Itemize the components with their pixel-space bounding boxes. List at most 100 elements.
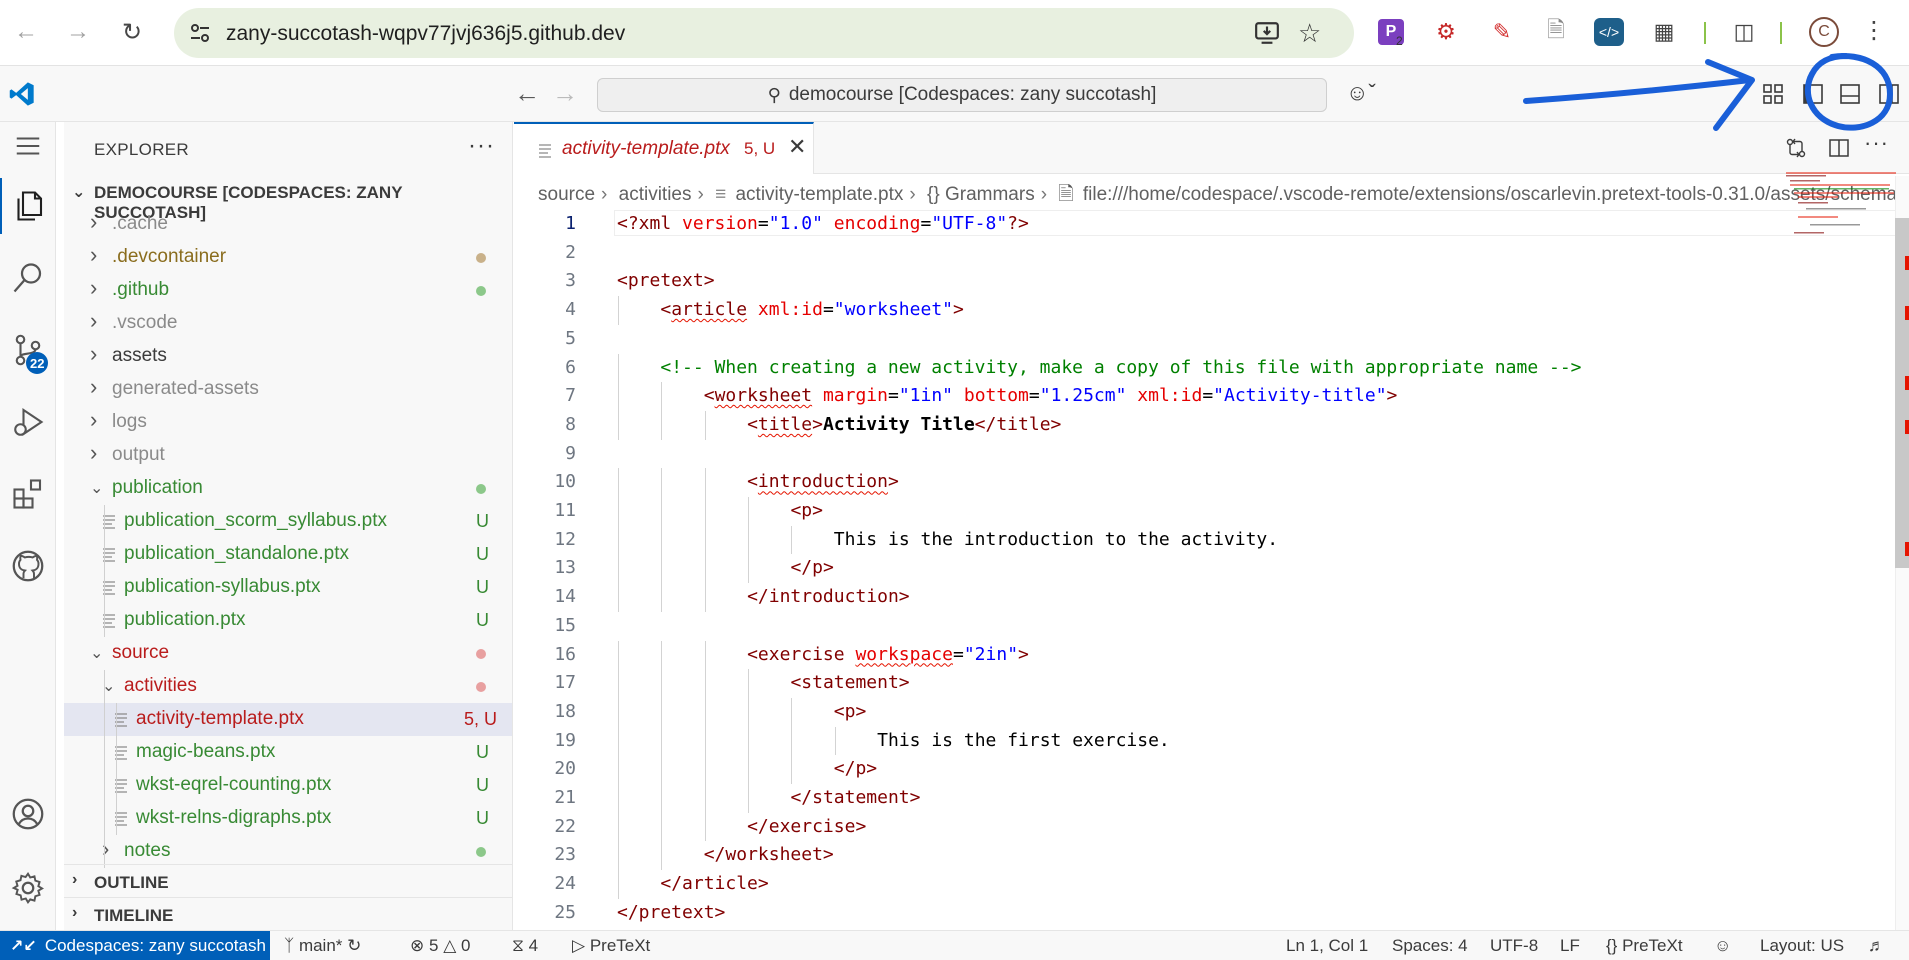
toggle-secondary-sidebar-icon[interactable] <box>1876 82 1902 106</box>
code-line[interactable]: 24 </article> <box>514 870 1884 899</box>
back-icon[interactable]: ← <box>8 14 44 50</box>
customize-layout-icon[interactable] <box>1760 82 1786 106</box>
extension-devtools-icon[interactable]: </> <box>1594 18 1624 46</box>
code-line[interactable]: 8 <title>Activity Title</title> <box>514 410 1884 440</box>
encoding[interactable]: UTF-8 <box>1490 936 1538 956</box>
tab-activity-template[interactable]: activity-template.ptx 5, U ✕ <box>514 122 814 174</box>
indentation[interactable]: Spaces: 4 <box>1392 936 1468 956</box>
code-line[interactable]: 16 <exercise workspace="2in"> <box>514 640 1884 670</box>
tree-folder[interactable]: › .vscode <box>64 307 512 340</box>
bookmark-star-icon[interactable]: ☆ <box>1298 18 1321 49</box>
code-line[interactable]: 11 <p> <box>514 497 1884 526</box>
tree-folder[interactable]: › generated-assets <box>64 373 512 406</box>
site-settings-icon[interactable] <box>188 21 212 45</box>
problems-item[interactable]: ⊗ 5 △ 0 <box>410 936 470 956</box>
code-line[interactable]: 21 </statement> <box>514 784 1884 813</box>
code-line[interactable]: 17 <statement> <box>514 669 1884 698</box>
workspace-root[interactable]: ⌄ DEMOCOURSE [CODESPACES: ZANY SUCCOTASH… <box>64 178 512 222</box>
tree-file[interactable]: activity-template.ptx 5, U <box>64 703 512 736</box>
code-line[interactable]: 9 <box>514 440 1884 469</box>
code-line[interactable]: 2 <box>514 239 1884 268</box>
code-editor[interactable]: 1 <?xml version="1.0" encoding="UTF-8"?> 2… <box>514 210 1909 930</box>
code-line[interactable]: 25 </pretext> <box>514 899 1884 928</box>
go-back-icon[interactable]: ← <box>514 78 540 109</box>
tree-file[interactable]: publication-syllabus.ptx U <box>64 571 512 604</box>
search-icon[interactable] <box>0 250 56 306</box>
close-icon[interactable]: ✕ <box>788 134 806 160</box>
tree-folder[interactable]: ⌄ source <box>64 637 512 670</box>
tree-file[interactable]: wkst-relns-digraphs.ptx U <box>64 802 512 835</box>
tree-folder[interactable]: › .cache <box>64 208 512 241</box>
source-control-icon[interactable]: 22 <box>0 322 56 378</box>
outline-section[interactable]: › OUTLINE <box>64 864 512 897</box>
tree-file[interactable]: publication_standalone.ptx U <box>64 538 512 571</box>
menu-hamburger-icon[interactable] <box>0 124 56 168</box>
code-line[interactable]: 7 <worksheet margin="1in" bottom="1.25cm"… <box>514 382 1884 411</box>
tree-folder[interactable]: › logs <box>64 406 512 439</box>
scrollbar-thumb[interactable] <box>1895 218 1909 568</box>
explorer-icon[interactable] <box>0 178 56 234</box>
code-line[interactable]: 5 <box>514 325 1884 354</box>
vscode-logo-icon[interactable] <box>8 80 36 108</box>
more-actions-icon[interactable]: ··· <box>1864 130 1889 156</box>
go-forward-icon[interactable]: → <box>552 78 578 109</box>
toggle-panel-icon[interactable] <box>1837 82 1863 106</box>
profile-icon[interactable]: C <box>1809 17 1839 47</box>
more-actions-icon[interactable]: ··· <box>468 132 495 160</box>
run-pretext-item[interactable]: ▷ PreTeXt <box>572 936 650 956</box>
cursor-position[interactable]: Ln 1, Col 1 <box>1286 936 1368 956</box>
code-line[interactable]: 15 <box>514 612 1884 641</box>
menu-icon[interactable]: ⋮ <box>1862 16 1886 45</box>
tree-folder[interactable]: ⌄ activities <box>64 670 512 703</box>
code-line[interactable]: 12 This is the introduction to the activi… <box>514 525 1884 555</box>
language-mode[interactable]: {} PreTeXt <box>1606 936 1683 956</box>
tree-file[interactable]: publication_scorm_syllabus.ptx U <box>64 505 512 538</box>
remote-indicator[interactable]: ↗↙ Codespaces: zany succotash <box>0 931 270 960</box>
code-line[interactable]: 23 </worksheet> <box>514 841 1884 871</box>
copilot-icon[interactable]: ☺ˇ <box>1346 80 1376 106</box>
tree-file[interactable]: publication.ptx U <box>64 604 512 637</box>
breadcrumb-item[interactable]: source <box>538 184 595 205</box>
code-line[interactable]: 13 </p> <box>514 554 1884 584</box>
code-line[interactable]: 20 </p> <box>514 755 1884 784</box>
code-line[interactable]: 22 </exercise> <box>514 812 1884 842</box>
tree-folder[interactable]: › output <box>64 439 512 472</box>
address-bar[interactable]: zany-succotash-wqpv77jvj636j5.github.dev… <box>174 8 1354 58</box>
tree-file[interactable]: magic-beans.ptx U <box>64 736 512 769</box>
extensions-icon[interactable]: ▦ <box>1648 16 1680 48</box>
toggle-primary-sidebar-icon[interactable] <box>1800 82 1826 106</box>
tree-folder[interactable]: ⌄ publication <box>64 472 512 505</box>
code-line[interactable]: 1 <?xml version="1.0" encoding="UTF-8"?> <box>514 210 1909 239</box>
install-app-icon[interactable] <box>1254 20 1280 46</box>
code-line[interactable]: 19 This is the first exercise. <box>514 726 1884 756</box>
forward-icon[interactable]: → <box>60 14 96 50</box>
keyboard-layout[interactable]: Layout: US <box>1760 936 1844 956</box>
code-line[interactable]: 18 <p> <box>514 697 1884 727</box>
code-line[interactable]: 3 <pretext> <box>514 267 1884 296</box>
code-line[interactable]: 4 <article xml:id="worksheet"> <box>514 296 1884 325</box>
extension-doc-icon[interactable]: 🗎 <box>1540 16 1572 48</box>
github-icon[interactable] <box>0 538 56 594</box>
branch-item[interactable]: ᛉ main* ↻ <box>284 936 361 956</box>
breadcrumb-item[interactable]: {} Grammars <box>927 184 1035 205</box>
extensions-icon[interactable] <box>0 466 56 522</box>
run-debug-icon[interactable] <box>0 394 56 450</box>
extension-tools-icon[interactable]: ⚙ <box>1430 16 1462 48</box>
tree-folder[interactable]: › .devcontainer <box>64 241 512 274</box>
tab-search-icon[interactable]: ◫ <box>1728 16 1760 48</box>
notifications-bell-icon[interactable]: ♬ <box>1868 936 1885 956</box>
ports-item[interactable]: ⧖ 4 <box>512 936 538 956</box>
settings-gear-icon[interactable] <box>0 860 56 916</box>
timeline-section[interactable]: › TIMELINE <box>64 897 512 930</box>
split-editor-icon[interactable] <box>1827 136 1851 160</box>
reload-icon[interactable]: ↻ <box>114 14 150 50</box>
tree-file[interactable]: wkst-eqrel-counting.ptx U <box>64 769 512 802</box>
code-line[interactable]: 14 </introduction> <box>514 583 1884 612</box>
code-line[interactable]: 10 <introduction> <box>514 468 1884 497</box>
account-icon[interactable] <box>0 786 56 842</box>
copilot-status-icon[interactable]: ☺ <box>1714 936 1731 956</box>
breadcrumb-item[interactable]: activities <box>619 184 692 205</box>
tree-folder[interactable]: › .github <box>64 274 512 307</box>
tree-folder[interactable]: › assets <box>64 340 512 373</box>
command-center[interactable]: ⚲ democourse [Codespaces: zany succotash… <box>597 78 1327 112</box>
